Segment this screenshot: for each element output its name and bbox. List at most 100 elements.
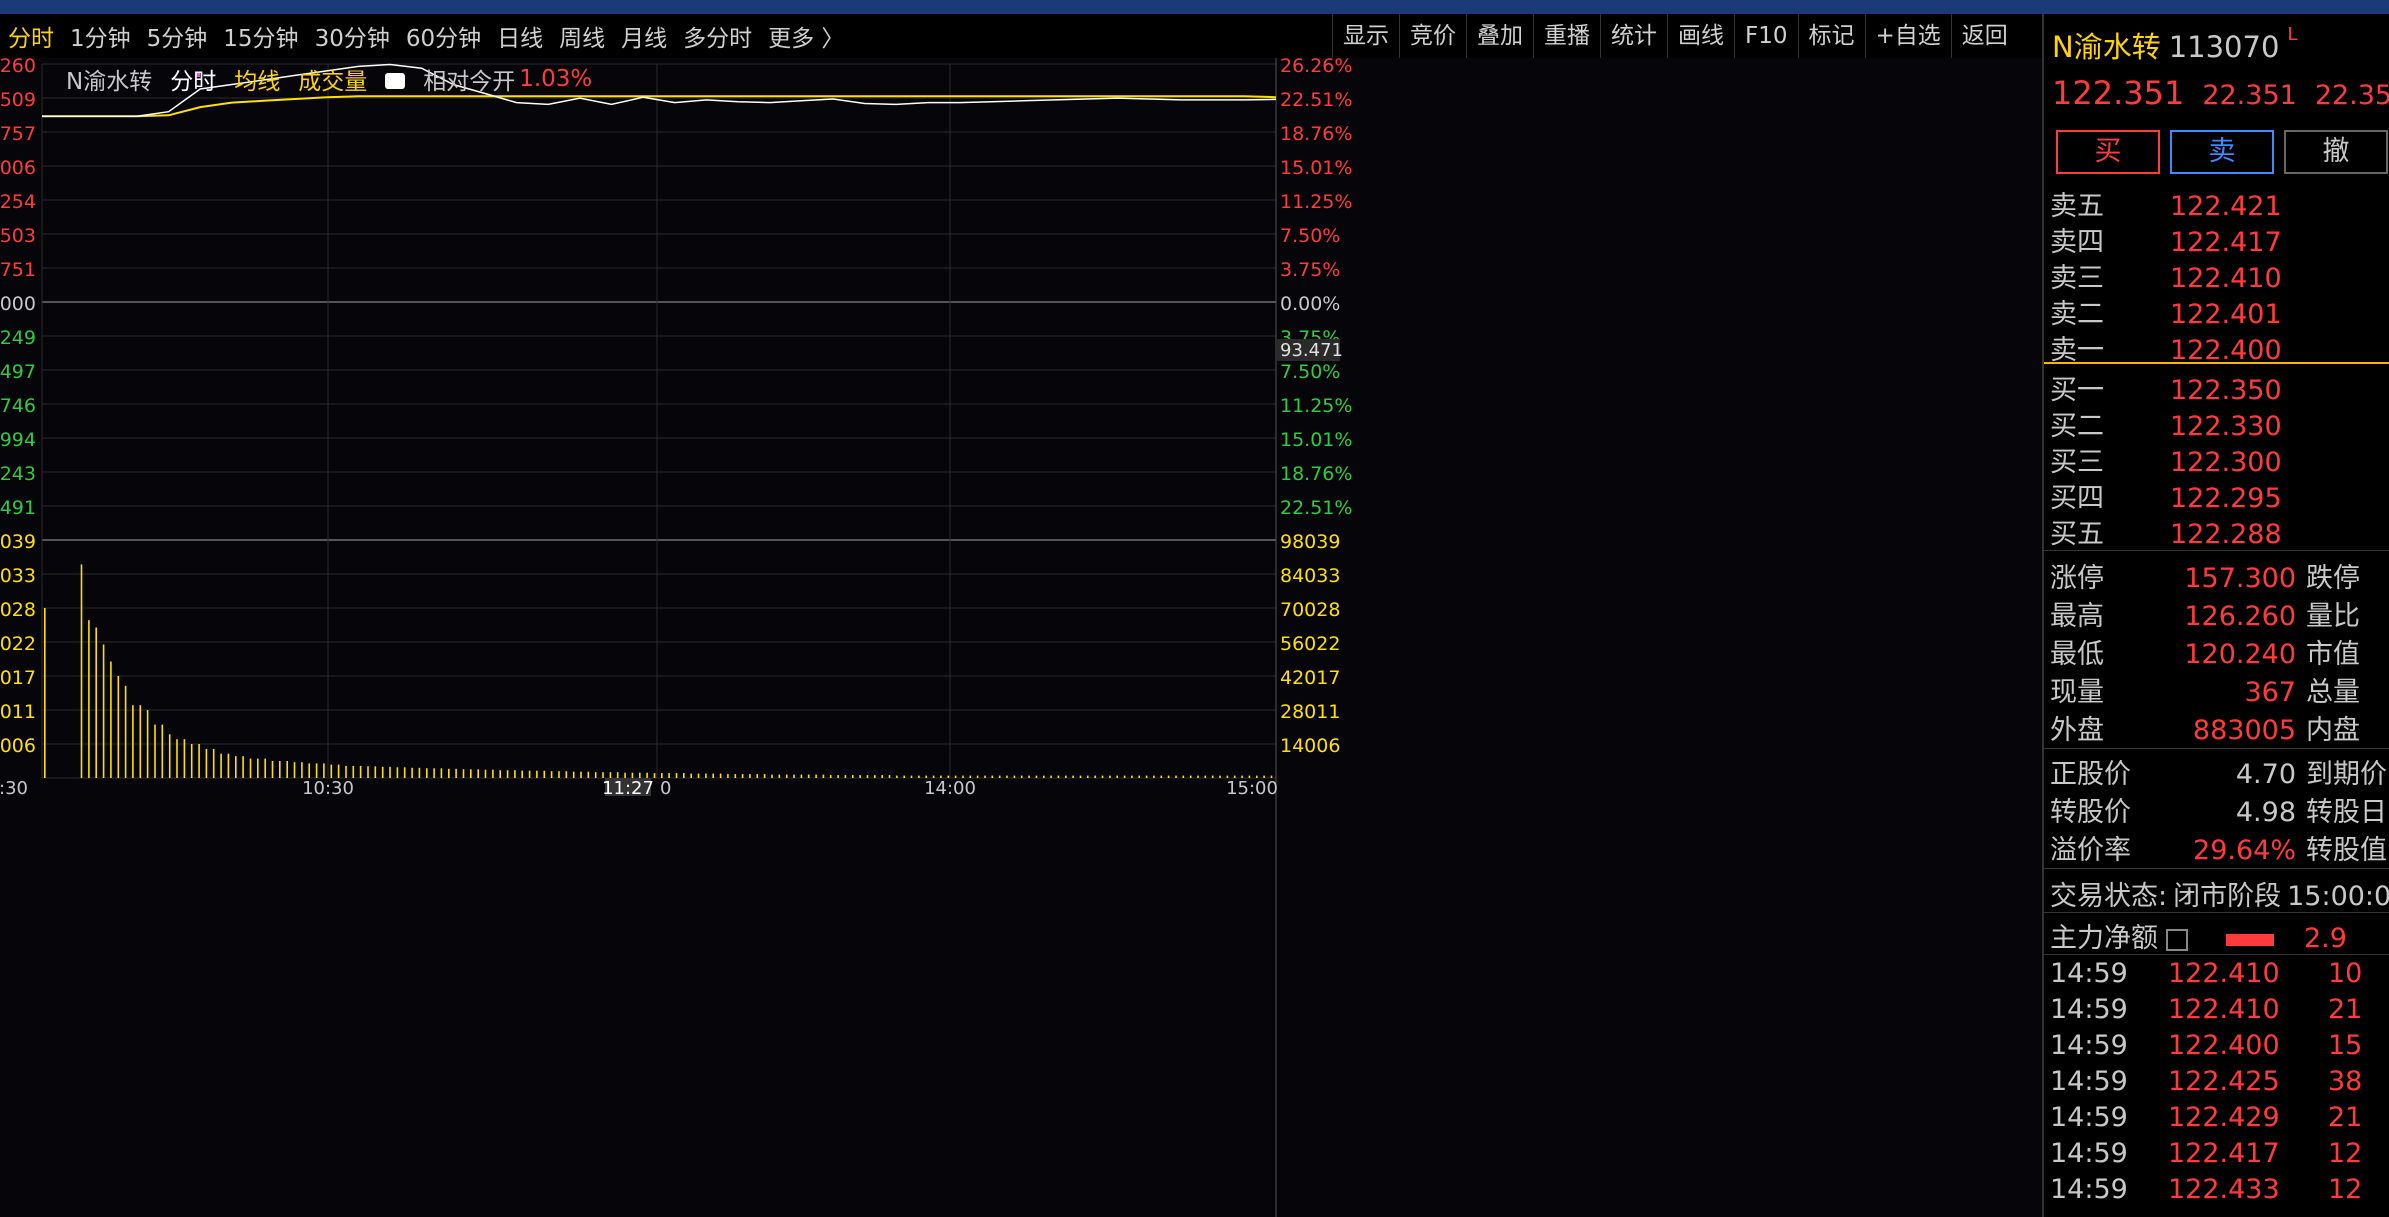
volume-bar (411, 767, 413, 778)
legend-avg[interactable]: 均线 (234, 62, 280, 96)
net-label: 主力净额 (2050, 923, 2158, 954)
ask-row[interactable]: 卖一 122.400 (2050, 328, 2282, 366)
volume-bar (257, 758, 259, 778)
volume-bar (249, 758, 252, 778)
left-price-label: 5.249 (0, 327, 36, 349)
buy-button[interactable]: 买 (2056, 130, 2160, 174)
volume-bar (888, 775, 891, 778)
ask-row[interactable]: 卖四 122.417 (2050, 220, 2282, 258)
tool-3[interactable]: 重播 (1533, 14, 1600, 58)
volume-bar (168, 734, 171, 778)
tab-8[interactable]: 月线 (613, 19, 675, 53)
volume-bar (822, 774, 825, 778)
volume-bar (110, 661, 112, 778)
ask-row[interactable]: 卖三 122.410 (2050, 256, 2282, 294)
bond-label: 转股价 (2050, 797, 2131, 828)
ask-label: 卖五 (2050, 191, 2104, 222)
volume-bar (279, 761, 281, 778)
bid-row[interactable]: 买五 122.288 (2050, 512, 2282, 550)
ask-row[interactable]: 卖五 122.421 (2050, 184, 2282, 222)
divider (2044, 912, 2389, 913)
tool-9[interactable]: 返回 (1950, 14, 2018, 58)
volume-bar (117, 676, 120, 778)
volume-bar (719, 773, 722, 778)
bid-row[interactable]: 买四 122.295 (2050, 476, 2282, 514)
stats-row: 外盘 883005 内盘 (2050, 708, 2360, 747)
bond-label: 正股价 (2050, 759, 2131, 790)
volume-bar (594, 772, 597, 778)
tool-4[interactable]: 统计 (1600, 14, 1667, 58)
sell-button[interactable]: 卖 (2170, 130, 2274, 174)
volume-bar (1050, 775, 1052, 778)
bid-row[interactable]: 买一 122.350 (2050, 368, 2282, 406)
left-price-label: 1.243 (0, 463, 36, 485)
volume-bar (1153, 775, 1155, 778)
tab-2[interactable]: 5分钟 (139, 19, 216, 53)
volume-bar (514, 770, 516, 778)
tab-10[interactable]: 更多 〉 (760, 19, 852, 53)
cancel-button[interactable]: 撤 (2284, 130, 2388, 174)
tab-6[interactable]: 日线 (489, 19, 551, 53)
volume-bar (712, 773, 714, 778)
chart-bg (0, 58, 2042, 1217)
bond-row: 转股价 4.98 转股日 (2050, 790, 2387, 829)
tab-4[interactable]: 30分钟 (307, 19, 398, 53)
ask-row[interactable]: 卖二 122.401 (2050, 292, 2282, 330)
intraday-chart[interactable]: 5.260 2.509 8.757 5.006 1.254 7.503 3.751 0.000… (0, 58, 2042, 1217)
volume-bar (95, 627, 97, 778)
right-pct-label: 18.76% (1280, 123, 1352, 145)
security-name: N渝水转 (2052, 30, 2161, 64)
volume-bar (44, 608, 46, 778)
status-status_time: 15:00:00 (2287, 881, 2389, 912)
volume-bar (815, 774, 817, 778)
ask-label: 卖四 (2050, 227, 2104, 258)
volume-bar (1079, 775, 1082, 778)
tool-7[interactable]: 标记 (1797, 14, 1865, 58)
tab-1[interactable]: 1分钟 (62, 19, 139, 53)
bid-price: 122.350 (2170, 375, 2282, 406)
bid-row[interactable]: 买三 122.300 (2050, 440, 2282, 478)
tab-3[interactable]: 15分钟 (215, 19, 306, 53)
bond-right-label: 转股日 (2306, 797, 2387, 828)
bid-row[interactable]: 买二 122.330 (2050, 404, 2282, 442)
detail-icon[interactable] (2166, 928, 2188, 951)
tick-t: 14:59 (2050, 1066, 2128, 1097)
left-price-label: 8.757 (0, 123, 36, 145)
volume-bar (235, 756, 237, 778)
bid-label: 买五 (2050, 519, 2104, 550)
tick-q: 15 (2328, 1030, 2363, 1061)
volume-bar (337, 764, 340, 778)
stats-row: 现量 367 总量 (2050, 670, 2360, 709)
time-label: 11:27 (602, 778, 654, 799)
volume-bar (800, 774, 803, 778)
time-label: 14:00 (924, 778, 976, 799)
bond-label: 溢价率 (2050, 835, 2131, 866)
tool-0[interactable]: 显示 (1332, 14, 1399, 58)
volume-bar (807, 774, 810, 778)
tab-7[interactable]: 周线 (551, 19, 613, 53)
tool-6[interactable]: F10 (1734, 14, 1798, 58)
tab-9[interactable]: 多分时 (675, 19, 760, 53)
time-label: 0 (660, 778, 671, 799)
net-value: 2.9 (2304, 923, 2347, 954)
tool-1[interactable]: 竞价 (1399, 14, 1466, 58)
legend-vol[interactable]: 成交量 (298, 62, 367, 96)
ask-price: 122.417 (2170, 227, 2282, 258)
volume-bar (183, 739, 186, 778)
volume-bar (132, 705, 134, 778)
camera-icon[interactable] (385, 73, 406, 89)
vol-right-label: 84033 (1280, 565, 1340, 587)
tick-q: 21 (2328, 1102, 2363, 1133)
tick-p: 122.410 (2168, 994, 2280, 1025)
tool-2[interactable]: 叠加 (1466, 14, 1533, 58)
volume-bar (1123, 775, 1126, 778)
legend-mode[interactable]: 分时 (170, 62, 216, 96)
tab-5[interactable]: 60分钟 (398, 19, 489, 53)
volume-bar (330, 764, 333, 778)
tick-t: 14:59 (2050, 1102, 2128, 1133)
volume-bar (227, 753, 230, 778)
tab-0[interactable]: 分时 (0, 19, 62, 53)
bid-price: 122.330 (2170, 411, 2282, 442)
tool-5[interactable]: 画线 (1667, 14, 1734, 58)
tool-8[interactable]: +自选 (1864, 14, 1951, 58)
